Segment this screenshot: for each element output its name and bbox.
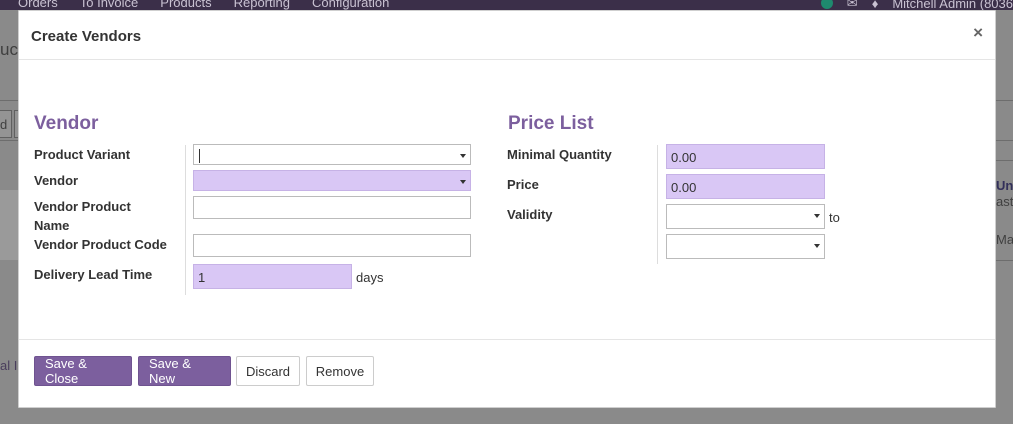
delivery-lead-time-unit: days [356, 270, 384, 285]
pricelist-section-title: Price List [508, 113, 594, 134]
remove-button[interactable]: Remove [306, 356, 374, 386]
delivery-lead-time-label: Delivery Lead Time [34, 267, 153, 282]
vendor-label: Vendor [34, 173, 79, 188]
price-label: Price [507, 177, 539, 192]
bg-field-fragment: Un [996, 178, 1013, 193]
vendor-product-code-input[interactable] [193, 234, 471, 257]
text-cursor [199, 149, 200, 163]
bg-field-fragment: aste [996, 194, 1013, 209]
user-menu[interactable]: Mitchell Admin (8036 [892, 0, 1013, 10]
dialog-title: Create Vendors [31, 28, 142, 45]
bg-image-placeholder [0, 190, 18, 260]
menu-item-configuration[interactable]: Configuration [312, 0, 389, 10]
delivery-lead-time-input[interactable]: 1 [193, 264, 352, 289]
menu-item-reporting[interactable]: Reporting [234, 0, 290, 10]
activity-icon[interactable] [820, 0, 833, 9]
chevron-down-icon[interactable] [814, 214, 820, 218]
vendor-product-name-input[interactable] [193, 196, 471, 219]
vendor-select[interactable] [193, 170, 471, 191]
save-close-button[interactable]: Save & Close [34, 356, 132, 386]
top-menu: Orders To Invoice Products Reporting Con… [18, 0, 389, 10]
bg-button-fragment: d [0, 117, 8, 132]
save-new-button[interactable]: Save & New [138, 356, 231, 386]
validity-end-date-input[interactable] [666, 234, 825, 259]
create-vendors-dialog: Create Vendors × Vendor Product Variant … [18, 10, 996, 408]
minimal-quantity-label: Minimal Quantity [507, 147, 612, 162]
bg-field-fragment: Ma [996, 232, 1013, 247]
top-right-systray: ✉ ♦ Mitchell Admin (8036 [820, 0, 1013, 10]
validity-start-date-input[interactable] [666, 204, 825, 229]
chevron-down-icon[interactable] [460, 154, 466, 158]
delivery-lead-time-value: 1 [198, 270, 206, 285]
chevron-down-icon[interactable] [460, 180, 466, 184]
validity-to-label: to [829, 210, 840, 225]
product-variant-label: Product Variant [34, 147, 131, 162]
chat-icon[interactable]: ✉ [847, 0, 858, 10]
bg-divider [996, 160, 1013, 161]
menu-item-orders[interactable]: Orders [18, 0, 58, 10]
validity-label: Validity [507, 207, 553, 222]
menu-item-products[interactable]: Products [160, 0, 211, 10]
top-navbar: Orders To Invoice Products Reporting Con… [0, 0, 1013, 10]
chevron-down-icon[interactable] [814, 244, 820, 248]
bg-divider [996, 260, 1013, 261]
vendor-product-code-label: Vendor Product Code [34, 237, 167, 252]
price-input[interactable]: 0.00 [666, 174, 825, 199]
dialog-header: Create Vendors × [19, 11, 995, 60]
bell-icon[interactable]: ♦ [872, 0, 879, 10]
pricelist-label-divider [657, 145, 658, 264]
vendor-product-name-label: Vendor Product Name [34, 199, 131, 233]
price-value: 0.00 [671, 180, 697, 195]
dialog-footer: Save & Close Save & New Discard Remove [19, 339, 995, 407]
minimal-quantity-value: 0.00 [671, 150, 697, 165]
discard-button[interactable]: Discard [236, 356, 300, 386]
vendor-section-title: Vendor [34, 113, 99, 134]
bg-breadcrumb-fragment: uc [0, 40, 18, 59]
minimal-quantity-input[interactable]: 0.00 [666, 144, 825, 169]
product-variant-select[interactable] [193, 144, 471, 165]
menu-item-to-invoice[interactable]: To Invoice [80, 0, 139, 10]
vendor-label-divider [185, 145, 186, 295]
close-icon[interactable]: × [973, 24, 983, 41]
